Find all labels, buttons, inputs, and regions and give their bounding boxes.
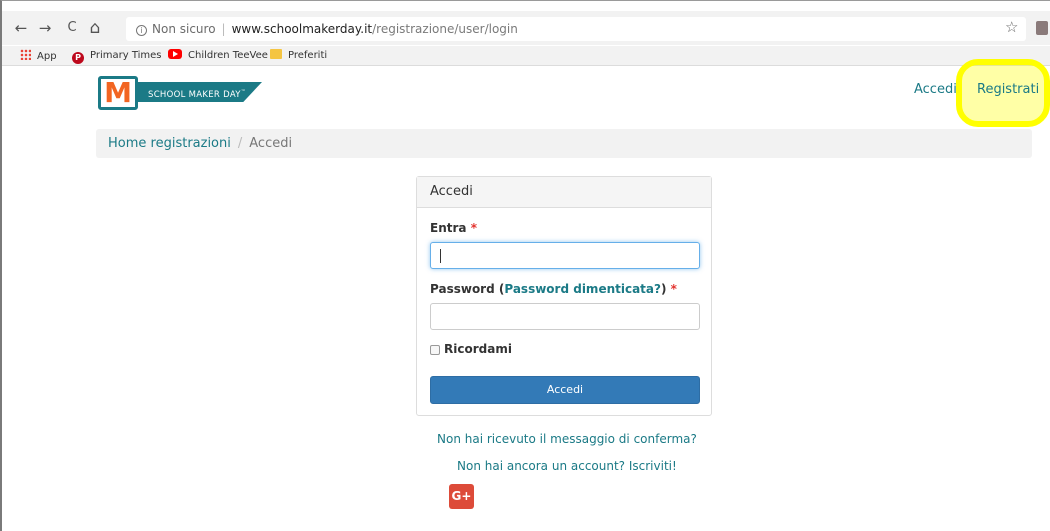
bookmark-label: Primary Times (90, 50, 162, 61)
bookmarks-bar: App P Primary Times Children TeeVee Prefe… (2, 46, 1050, 66)
forgot-password-link[interactable]: Password dimenticata? (504, 282, 661, 296)
nav-login-link[interactable]: Accedi (914, 82, 957, 97)
browser-window: ← → C ⌂ i Non sicuro | www.schoolmakerday.i… (0, 0, 1050, 531)
arrow-right-icon[interactable]: → (36, 19, 54, 37)
resend-confirmation-link[interactable]: Non hai ricevuto il messaggio di conferm… (437, 432, 697, 446)
folder-icon (270, 49, 282, 59)
panel-title: Accedi (417, 177, 711, 208)
password-label: Password (Password dimenticata?) * (430, 282, 677, 296)
address-bar[interactable]: i Non sicuro | www.schoolmakerday.it/regist… (126, 17, 1026, 41)
bookmark-label: Children TeeVee (188, 50, 268, 61)
site-logo[interactable]: SCHOOL MAKER DAY™ M (96, 76, 262, 110)
star-icon[interactable]: ☆ (1005, 18, 1018, 36)
text-caret (440, 249, 441, 263)
extension-icon[interactable] (1036, 21, 1048, 35)
logo-text: SCHOOL MAKER DAY™ (148, 89, 247, 100)
login-submit-button[interactable]: Accedi (430, 376, 700, 404)
reload-icon[interactable]: C (63, 19, 81, 37)
home-icon[interactable]: ⌂ (86, 19, 104, 37)
arrow-left-icon[interactable]: ← (12, 19, 30, 37)
url-separator: | (221, 22, 226, 36)
bookmark-children-teevee[interactable]: Children TeeVee (168, 49, 268, 63)
security-status: Non sicuro (152, 22, 216, 36)
browser-toolbar: ← → C ⌂ i Non sicuro | www.schoolmakerday.i… (2, 11, 1050, 45)
breadcrumb-divider: / (237, 136, 243, 151)
logo-letter: M (98, 76, 138, 110)
breadcrumb-home-link[interactable]: Home registrazioni (108, 136, 231, 151)
signup-link[interactable]: Non hai ancora un account? Iscriviti! (457, 459, 677, 473)
bookmark-label: App (37, 51, 57, 62)
bookmark-apps[interactable]: App (20, 49, 57, 63)
login-panel: Accedi Entra * Password (Password diment… (416, 176, 712, 416)
info-icon[interactable]: i (136, 25, 147, 36)
apps-grid-icon (20, 49, 31, 60)
username-label: Entra * (430, 221, 477, 235)
bookmark-label: Preferiti (288, 50, 328, 61)
username-input[interactable] (430, 242, 700, 269)
pinterest-icon: P (72, 52, 84, 64)
google-plus-icon[interactable]: G+ (449, 484, 474, 509)
remember-me-checkbox[interactable] (430, 345, 440, 355)
nav-register-link[interactable]: Registrati (977, 82, 1039, 97)
required-marker: * (670, 282, 677, 296)
password-input[interactable] (430, 303, 700, 330)
remember-me-label[interactable]: Ricordami (444, 342, 512, 356)
youtube-icon (168, 49, 182, 59)
breadcrumb: Home registrazioni / Accedi (96, 129, 1032, 158)
url-host: www.schoolmakerday.it (231, 22, 373, 36)
required-marker: * (470, 221, 477, 235)
bookmark-preferiti[interactable]: Preferiti (270, 49, 327, 63)
breadcrumb-current: Accedi (249, 136, 293, 151)
bookmark-primary-times[interactable]: P Primary Times (72, 49, 162, 64)
url-path: /registrazione/user/login (372, 22, 518, 36)
